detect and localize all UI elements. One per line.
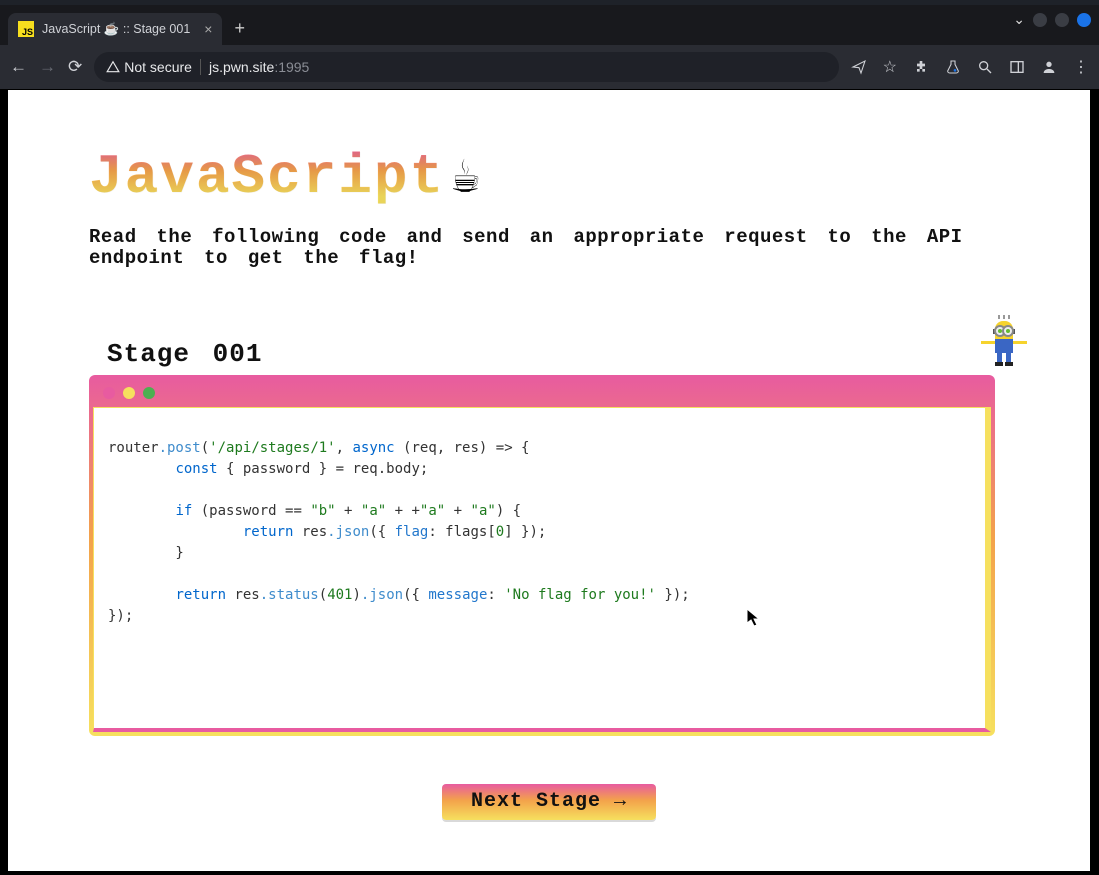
warning-triangle-icon bbox=[106, 60, 120, 74]
page-title-row: JavaScript ☕ bbox=[89, 145, 1009, 209]
address-bar[interactable]: Not secure js.pwn.site:1995 bbox=[94, 52, 838, 82]
browser-tab-active[interactable]: JS JavaScript ☕ :: Stage 001 × bbox=[8, 13, 222, 45]
page-title: JavaScript bbox=[89, 145, 445, 209]
extensions-puzzle-icon[interactable] bbox=[913, 59, 929, 75]
search-icon[interactable] bbox=[977, 59, 993, 75]
window-control-max[interactable] bbox=[1055, 13, 1069, 27]
next-stage-button[interactable]: Next Stage → bbox=[442, 784, 656, 820]
url-port: :1995 bbox=[274, 59, 309, 75]
code-window: router.post('/api/stages/1', async (req,… bbox=[89, 375, 995, 736]
nav-reload-icon[interactable]: ⟳ bbox=[68, 57, 82, 77]
window-control-min[interactable] bbox=[1033, 13, 1047, 27]
traffic-light-red-icon bbox=[103, 387, 115, 399]
url-host: js.pwn.site bbox=[209, 59, 274, 75]
traffic-light-yellow-icon bbox=[123, 387, 135, 399]
instructions-text: Read the following code and send an appr… bbox=[89, 227, 1009, 269]
kebab-menu-icon[interactable]: ⋮ bbox=[1073, 57, 1089, 77]
panel-icon[interactable] bbox=[1009, 59, 1025, 75]
security-indicator[interactable]: Not secure bbox=[106, 59, 192, 75]
nav-back-icon[interactable]: ← bbox=[10, 57, 27, 77]
bookmark-star-icon[interactable]: ☆ bbox=[883, 57, 897, 77]
window-control-close[interactable] bbox=[1077, 13, 1091, 27]
code-block: router.post('/api/stages/1', async (req,… bbox=[108, 438, 971, 627]
traffic-light-green-icon bbox=[143, 387, 155, 399]
code-body: router.post('/api/stages/1', async (req,… bbox=[93, 407, 991, 732]
tab-close-icon[interactable]: × bbox=[204, 21, 212, 37]
security-label: Not secure bbox=[124, 59, 192, 75]
browser-toolbar: ← → ⟳ Not secure js.pwn.site:1995 ☆ bbox=[0, 45, 1099, 90]
tab-favicon: JS bbox=[18, 21, 34, 37]
browser-tabbar: JS JavaScript ☕ :: Stage 001 × + ⌄ bbox=[0, 5, 1099, 45]
nav-forward-icon[interactable]: → bbox=[39, 57, 56, 77]
page-viewport: JavaScript ☕ Read the following code and… bbox=[8, 90, 1090, 871]
tab-dropdown-icon[interactable]: ⌄ bbox=[1013, 11, 1025, 28]
new-tab-button[interactable]: + bbox=[234, 18, 245, 39]
stage-label: Stage 001 bbox=[107, 339, 262, 369]
tab-title: JavaScript ☕ :: Stage 001 bbox=[42, 22, 190, 37]
profile-icon[interactable] bbox=[1041, 59, 1057, 75]
flask-icon[interactable] bbox=[945, 59, 961, 75]
coffee-cup-icon: ☕ bbox=[451, 148, 480, 207]
code-window-titlebar bbox=[93, 379, 991, 407]
send-icon[interactable] bbox=[851, 59, 867, 75]
minion-sprite-icon bbox=[969, 315, 1029, 371]
